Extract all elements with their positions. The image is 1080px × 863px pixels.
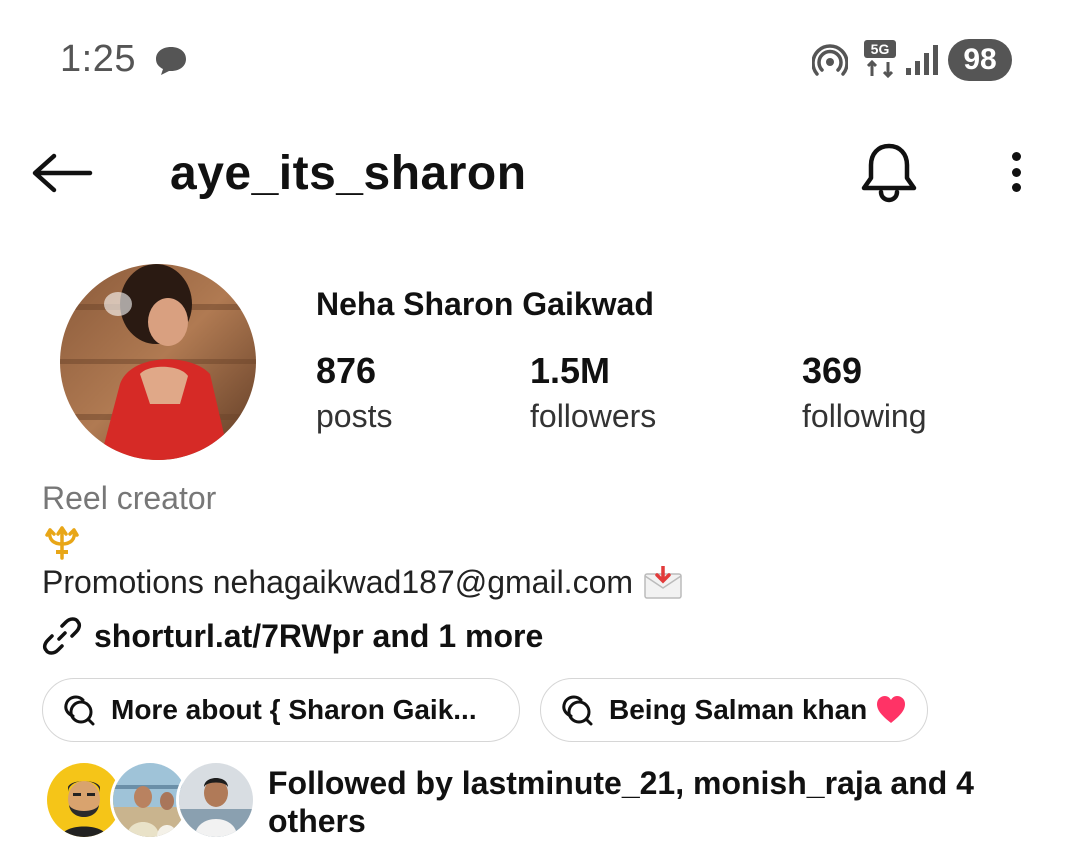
posts-count: 876 — [316, 350, 377, 391]
status-bar: 1:25 5G 98 — [0, 0, 1080, 120]
signal-strength-icon — [906, 45, 938, 75]
bio-promotions-text: Promotions nehagaikwad187@gmail.com — [42, 564, 634, 600]
followers-count: 1.5M — [530, 350, 611, 391]
followers-label: followers — [530, 398, 657, 434]
mutual-followers-avatars[interactable] — [44, 760, 256, 840]
followed-by-text[interactable]: Followed by lastminute_21, monish_raja a… — [268, 764, 1028, 840]
notifications-button[interactable] — [858, 140, 920, 204]
threads-chat-icon — [64, 695, 95, 726]
following-stat[interactable]: 369 following — [802, 350, 927, 435]
arrow-left-icon — [32, 153, 93, 193]
battery-level: 98 — [948, 39, 1012, 81]
bell-icon — [861, 143, 917, 203]
following-count: 369 — [802, 350, 863, 391]
highlight-pill-more-about[interactable]: More about { Sharon Gaik... — [42, 678, 520, 742]
message-notification-icon — [156, 47, 186, 75]
highlight-pill-label: More about { Sharon Gaik... — [111, 694, 477, 725]
following-label: following — [802, 398, 927, 434]
link-icon — [42, 617, 82, 655]
more-dot — [1011, 167, 1021, 177]
mutual-follower-avatar — [176, 760, 256, 840]
profile-link[interactable]: shorturl.at/7RWpr and 1 more — [42, 616, 543, 656]
envelope-arrow-emoji-icon — [644, 565, 682, 599]
more-dot — [1011, 183, 1021, 192]
network-label: 5G — [871, 41, 890, 57]
posts-stat[interactable]: 876 posts — [316, 350, 392, 435]
highlight-pill-label: Being Salman khan — [609, 694, 868, 725]
network-5g-icon: 5G — [864, 40, 896, 78]
highlight-pill-being-salman[interactable]: Being Salman khan — [540, 678, 928, 742]
bio-promotions: Promotions nehagaikwad187@gmail.com — [42, 564, 683, 601]
profile-link-text: shorturl.at/7RWpr and 1 more — [94, 617, 544, 654]
profile-photo — [60, 264, 256, 460]
posts-label: posts — [316, 398, 393, 434]
hotspot-icon — [812, 44, 848, 76]
trident-emoji-icon — [45, 526, 79, 560]
back-button[interactable] — [30, 148, 98, 198]
profile-display-name: Neha Sharon Gaikwad — [316, 286, 654, 322]
profile-username: aye_its_sharon — [170, 147, 527, 200]
more-options-button[interactable] — [996, 146, 1036, 198]
heart-emoji-icon — [877, 696, 906, 723]
status-time: 1:25 — [60, 38, 136, 80]
followers-stat[interactable]: 1.5M followers — [530, 350, 656, 435]
threads-chat-icon — [562, 695, 593, 726]
profile-avatar[interactable] — [60, 264, 256, 460]
more-dot — [1011, 152, 1021, 161]
profile-category: Reel creator — [42, 480, 217, 516]
